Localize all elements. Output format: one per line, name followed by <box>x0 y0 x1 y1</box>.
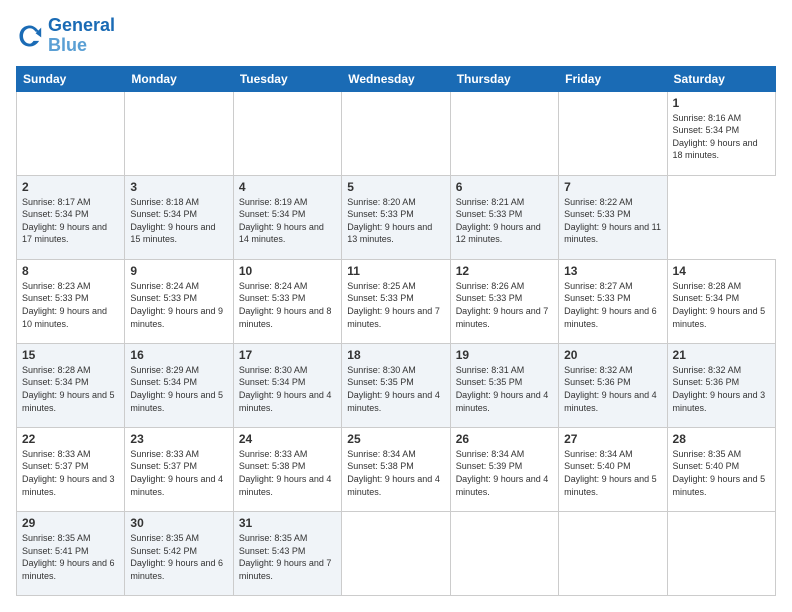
day-cell: 20Sunrise: 8:32 AMSunset: 5:36 PMDayligh… <box>559 343 667 427</box>
day-cell: 5Sunrise: 8:20 AMSunset: 5:33 PMDaylight… <box>342 175 450 259</box>
header: General Blue <box>16 16 776 56</box>
day-cell: 31Sunrise: 8:35 AMSunset: 5:43 PMDayligh… <box>233 511 341 595</box>
col-saturday: Saturday <box>667 66 775 91</box>
calendar-row-2: 8Sunrise: 8:23 AMSunset: 5:33 PMDaylight… <box>17 259 776 343</box>
day-cell: 3Sunrise: 8:18 AMSunset: 5:34 PMDaylight… <box>125 175 233 259</box>
day-cell: 9Sunrise: 8:24 AMSunset: 5:33 PMDaylight… <box>125 259 233 343</box>
calendar: Sunday Monday Tuesday Wednesday Thursday… <box>16 66 776 596</box>
calendar-row-1: 2Sunrise: 8:17 AMSunset: 5:34 PMDaylight… <box>17 175 776 259</box>
empty-cell <box>17 91 125 175</box>
calendar-row-5: 29Sunrise: 8:35 AMSunset: 5:41 PMDayligh… <box>17 511 776 595</box>
header-row: Sunday Monday Tuesday Wednesday Thursday… <box>17 66 776 91</box>
day-cell: 25Sunrise: 8:34 AMSunset: 5:38 PMDayligh… <box>342 427 450 511</box>
day-cell: 18Sunrise: 8:30 AMSunset: 5:35 PMDayligh… <box>342 343 450 427</box>
logo: General Blue <box>16 16 115 56</box>
col-tuesday: Tuesday <box>233 66 341 91</box>
day-cell: 17Sunrise: 8:30 AMSunset: 5:34 PMDayligh… <box>233 343 341 427</box>
empty-cell <box>342 91 450 175</box>
day-cell: 15Sunrise: 8:28 AMSunset: 5:34 PMDayligh… <box>17 343 125 427</box>
day-cell: 12Sunrise: 8:26 AMSunset: 5:33 PMDayligh… <box>450 259 558 343</box>
calendar-row-3: 15Sunrise: 8:28 AMSunset: 5:34 PMDayligh… <box>17 343 776 427</box>
day-cell: 27Sunrise: 8:34 AMSunset: 5:40 PMDayligh… <box>559 427 667 511</box>
empty-cell <box>342 511 450 595</box>
empty-cell <box>559 91 667 175</box>
page: General Blue Sunday Monday Tuesday Wedne… <box>0 0 792 612</box>
empty-cell <box>450 511 558 595</box>
day-cell: 1Sunrise: 8:16 AMSunset: 5:34 PMDaylight… <box>667 91 775 175</box>
day-cell: 30Sunrise: 8:35 AMSunset: 5:42 PMDayligh… <box>125 511 233 595</box>
empty-cell <box>125 91 233 175</box>
day-cell: 4Sunrise: 8:19 AMSunset: 5:34 PMDaylight… <box>233 175 341 259</box>
day-cell: 8Sunrise: 8:23 AMSunset: 5:33 PMDaylight… <box>17 259 125 343</box>
col-friday: Friday <box>559 66 667 91</box>
empty-cell <box>233 91 341 175</box>
day-cell: 22Sunrise: 8:33 AMSunset: 5:37 PMDayligh… <box>17 427 125 511</box>
day-cell: 6Sunrise: 8:21 AMSunset: 5:33 PMDaylight… <box>450 175 558 259</box>
day-cell: 7Sunrise: 8:22 AMSunset: 5:33 PMDaylight… <box>559 175 667 259</box>
day-cell: 19Sunrise: 8:31 AMSunset: 5:35 PMDayligh… <box>450 343 558 427</box>
day-cell: 14Sunrise: 8:28 AMSunset: 5:34 PMDayligh… <box>667 259 775 343</box>
empty-cell <box>450 91 558 175</box>
empty-cell <box>559 511 667 595</box>
col-thursday: Thursday <box>450 66 558 91</box>
day-cell: 24Sunrise: 8:33 AMSunset: 5:38 PMDayligh… <box>233 427 341 511</box>
day-cell: 26Sunrise: 8:34 AMSunset: 5:39 PMDayligh… <box>450 427 558 511</box>
logo-text: General Blue <box>48 16 115 56</box>
col-monday: Monday <box>125 66 233 91</box>
day-cell: 23Sunrise: 8:33 AMSunset: 5:37 PMDayligh… <box>125 427 233 511</box>
calendar-row-4: 22Sunrise: 8:33 AMSunset: 5:37 PMDayligh… <box>17 427 776 511</box>
day-cell: 16Sunrise: 8:29 AMSunset: 5:34 PMDayligh… <box>125 343 233 427</box>
day-cell: 28Sunrise: 8:35 AMSunset: 5:40 PMDayligh… <box>667 427 775 511</box>
empty-cell <box>667 511 775 595</box>
col-sunday: Sunday <box>17 66 125 91</box>
day-cell: 29Sunrise: 8:35 AMSunset: 5:41 PMDayligh… <box>17 511 125 595</box>
calendar-row-0: 1Sunrise: 8:16 AMSunset: 5:34 PMDaylight… <box>17 91 776 175</box>
day-cell: 21Sunrise: 8:32 AMSunset: 5:36 PMDayligh… <box>667 343 775 427</box>
day-cell: 11Sunrise: 8:25 AMSunset: 5:33 PMDayligh… <box>342 259 450 343</box>
day-cell: 10Sunrise: 8:24 AMSunset: 5:33 PMDayligh… <box>233 259 341 343</box>
day-cell: 2Sunrise: 8:17 AMSunset: 5:34 PMDaylight… <box>17 175 125 259</box>
logo-icon <box>16 22 44 50</box>
day-cell: 13Sunrise: 8:27 AMSunset: 5:33 PMDayligh… <box>559 259 667 343</box>
col-wednesday: Wednesday <box>342 66 450 91</box>
